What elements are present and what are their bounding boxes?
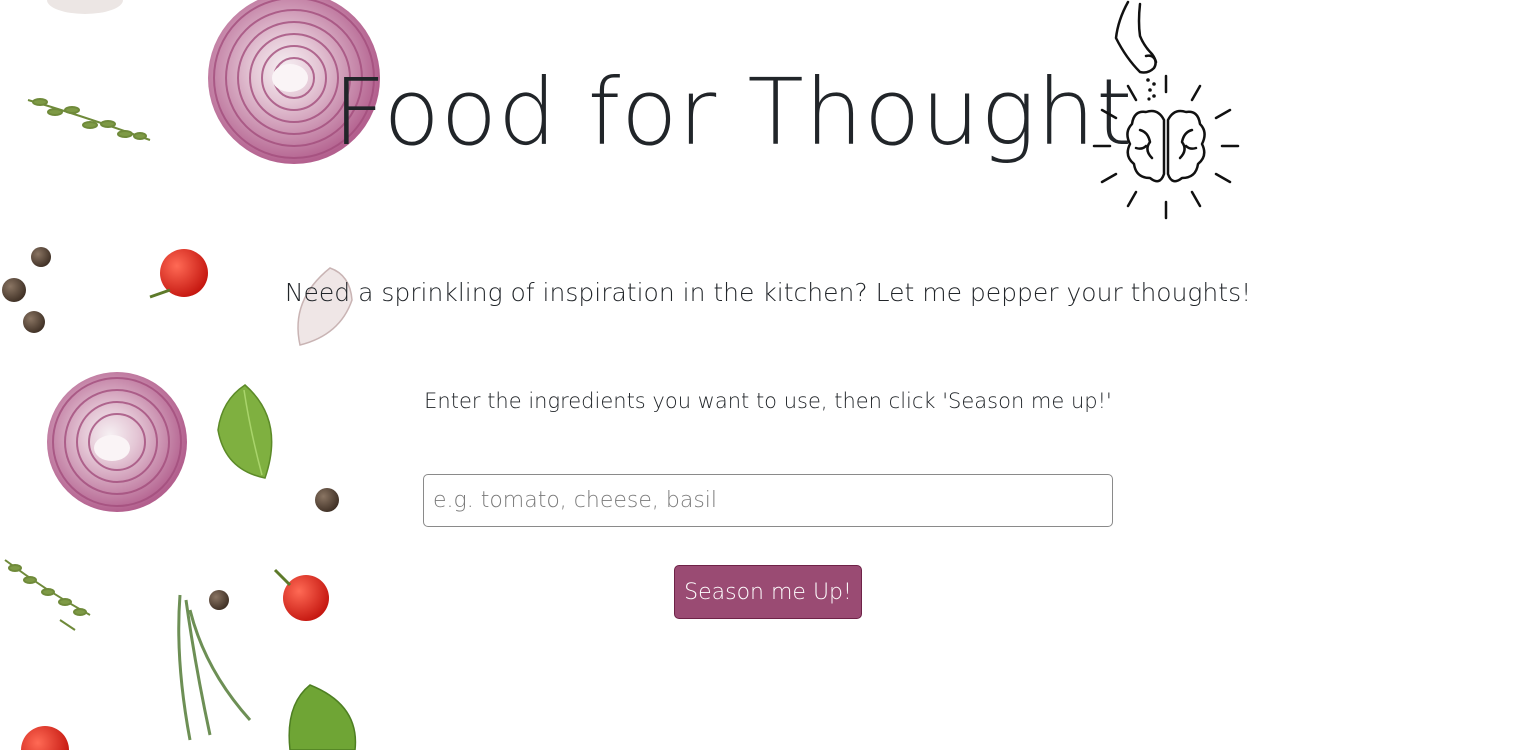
- ingredients-input[interactable]: [423, 474, 1113, 527]
- cherry-tomato-icon: [21, 249, 329, 750]
- rosemary-sprig-icon: [177, 594, 252, 741]
- basil-leaf-icon: [288, 684, 357, 750]
- season-me-up-button[interactable]: Season me Up!: [674, 565, 862, 619]
- garlic-clove-icon: [47, 0, 123, 14]
- brain-salt-sprinkle-icon: [1092, 0, 1240, 220]
- page-title: Food for Thought: [332, 59, 1134, 166]
- instructions-text: Enter the ingredients you want to use, t…: [424, 389, 1112, 413]
- thyme-sprig-icon: [4, 559, 91, 631]
- tagline: Need a sprinkling of inspiration in the …: [284, 278, 1252, 307]
